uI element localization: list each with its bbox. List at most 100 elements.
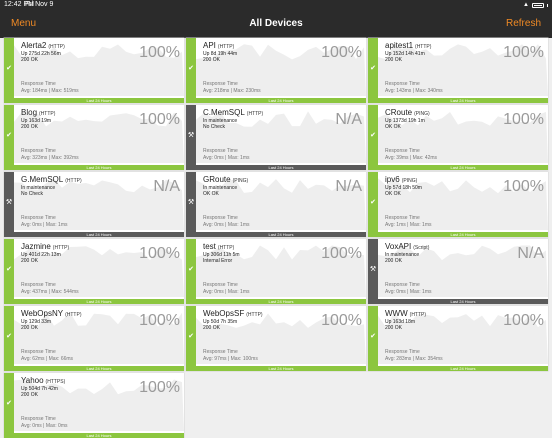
uptime-percent: N/A [517, 245, 544, 262]
device-name-label: GRoute [203, 175, 231, 184]
period-footer: Last 24 Hours [196, 98, 366, 103]
device-card[interactable]: ✔ WebOpsNY (HTTP) Up 129d 33m 200 OK 100% Resp… [4, 306, 184, 371]
device-response-line: 200 OK [203, 57, 220, 63]
device-name-label: CRoute [385, 108, 413, 117]
period-footer: Last 24 Hours [378, 232, 548, 237]
response-time-values: Avg: 39ms | Max: 42ms [385, 155, 438, 161]
device-card[interactable]: ✔ Jazmine (HTTP) Up 401d 22h 13m 200 OK 100% R… [4, 239, 184, 304]
device-card[interactable]: ✔ API (HTTP) Up 8d 19h 44m 200 OK 100% Respons… [186, 38, 366, 103]
device-name-label: WebOpsSF [203, 309, 245, 318]
response-time-values: Avg: 283ms | Max: 354ms [385, 356, 443, 362]
response-time-label: Response Time [203, 81, 238, 87]
device-response-line: OK OK [385, 191, 401, 197]
device-name: Jazmine (HTTP) [21, 242, 69, 251]
check-icon: ✔ [188, 333, 194, 340]
device-name: Yahoo (HTTPS) [21, 376, 65, 385]
device-card[interactable]: ✔ WWW (HTTP) Up 163d 18m 200 OK 100% Response … [368, 306, 548, 371]
device-card[interactable]: ✔ CRoute (PING) Up 1373d 19h 1m OK OK 100% Res… [368, 105, 548, 170]
device-response-line: 200 OK [385, 57, 402, 63]
uptime-percent: 100% [139, 312, 180, 329]
wrench-icon: ⚒ [187, 199, 195, 206]
check-icon: ✔ [370, 333, 376, 340]
device-card[interactable]: ⚒ G.MemSQL (HTTP) In maintenance No Check N/A… [4, 172, 184, 237]
device-name: API (HTTP) [203, 41, 234, 50]
uptime-percent: 100% [321, 245, 362, 262]
response-time-label: Response Time [385, 215, 420, 221]
device-name-label: ipv6 [385, 175, 400, 184]
response-time-label: Response Time [385, 81, 420, 87]
response-time-values: Avg: 323ms | Max: 392ms [21, 155, 79, 161]
device-name: WWW (HTTP) [385, 309, 426, 318]
uptime-percent: N/A [335, 111, 362, 128]
response-time-label: Response Time [385, 282, 420, 288]
device-card[interactable]: ✔ Yahoo (HTTPS) Up 504d 7h 42m 200 OK 100% Res… [4, 373, 184, 438]
response-time-values: Avg: 0ms | Max: 1ms [203, 222, 250, 228]
device-response-line: No Check [203, 124, 225, 130]
device-protocol: (HTTP) [48, 44, 65, 50]
device-card[interactable]: ✔ WebOpsSF (HTTP) Up 50d 7h 35m 200 OK 100% Re… [186, 306, 366, 371]
device-protocol: (PING) [232, 178, 249, 184]
device-response-line: No Check [21, 191, 43, 197]
device-protocol: (HTTP) [65, 178, 82, 184]
uptime-percent: 100% [503, 111, 544, 128]
uptime-percent: N/A [153, 178, 180, 195]
period-footer: Last 24 Hours [14, 366, 184, 371]
battery-tip [547, 3, 548, 7]
refresh-button[interactable]: Refresh [506, 10, 541, 38]
device-name-label: test [203, 242, 216, 251]
period-footer: Last 24 Hours [14, 98, 184, 103]
period-footer: Last 24 Hours [14, 433, 184, 438]
period-footer: Last 24 Hours [196, 232, 366, 237]
device-name-label: apitest1 [385, 41, 414, 50]
status-indicators: ▲ [523, 0, 548, 10]
device-card[interactable]: ⚒ GRoute (PING) In maintenance OK OK N/A Respo… [186, 172, 366, 237]
device-card[interactable]: ✔ Alerta2 (HTTP) Up 275d 22h 56m 200 OK 100% R… [4, 38, 184, 103]
period-footer: Last 24 Hours [14, 165, 184, 170]
response-time-values: Avg: 62ms | Max: 66ms [21, 356, 74, 362]
device-response-line: 200 OK [385, 325, 402, 331]
device-name-label: API [203, 41, 216, 50]
wrench-icon: ⚒ [369, 266, 377, 273]
period-footer: Last 24 Hours [196, 165, 366, 170]
device-protocol: (HTTP) [246, 312, 263, 318]
device-card[interactable]: ✔ ipv6 (PING) Up 57d 18h 50m OK OK 100% Respon… [368, 172, 548, 237]
response-time-values: Avg: 0ms | Max: 0ms [21, 423, 68, 429]
device-name: Alerta2 (HTTP) [21, 41, 65, 50]
response-time-values: Avg: 184ms | Max: 519ms [21, 88, 79, 94]
period-footer: Last 24 Hours [378, 98, 548, 103]
device-response-line: OK OK [203, 191, 219, 197]
page-title: All Devices [249, 18, 303, 29]
period-footer: Last 24 Hours [196, 366, 366, 371]
device-card[interactable]: ✔ Blog (HTTP) Up 163d 19m 200 OK 100% Response… [4, 105, 184, 170]
wrench-icon: ⚒ [5, 199, 13, 206]
device-card[interactable]: ⚒ C.MemSQL (HTTP) In maintenance No Check N/A… [186, 105, 366, 170]
device-card[interactable]: ⚒ VoxAPI (Script) In maintenance 200 OK N/A Re… [368, 239, 548, 304]
device-name: WebOpsSF (HTTP) [203, 309, 263, 318]
response-time-values: Avg: 0ms | Max: 1ms [203, 155, 250, 161]
period-footer: Last 24 Hours [378, 299, 548, 304]
device-card[interactable]: ✔ apitest1 (HTTP) Up 152d 14h 41m 200 OK 100%… [368, 38, 548, 103]
device-name: Blog (HTTP) [21, 108, 55, 117]
response-time-values: Avg: 0ms | Max: 1ms [385, 289, 432, 295]
device-response-line: 200 OK [203, 325, 220, 331]
response-time-values: Avg: 437ms | Max: 544ms [21, 289, 79, 295]
device-response-line: OK OK [385, 124, 401, 130]
device-name: CRoute (PING) [385, 108, 430, 117]
device-card[interactable]: ✔ test (HTTP) Up 306d 11h 5m Internal Error 1… [186, 239, 366, 304]
device-name: GRoute (PING) [203, 175, 248, 184]
device-name: test (HTTP) [203, 242, 234, 251]
device-protocol: (Script) [413, 245, 430, 251]
uptime-percent: 100% [139, 111, 180, 128]
device-grid: ✔ Alerta2 (HTTP) Up 275d 22h 56m 200 OK 100% R… [0, 38, 552, 438]
device-name-label: Jazmine [21, 242, 51, 251]
check-icon: ✔ [370, 199, 376, 206]
device-protocol: (HTTP) [246, 111, 264, 117]
response-time-label: Response Time [385, 148, 420, 154]
wifi-icon: ▲ [523, 2, 529, 8]
status-date: Fri Nov 9 [25, 1, 54, 8]
response-time-label: Response Time [21, 349, 56, 355]
status-bar: 12:42 PM Fri Nov 9 ▲ [0, 0, 552, 10]
uptime-percent: 100% [321, 44, 362, 61]
response-time-label: Response Time [21, 215, 56, 221]
device-protocol: (HTTP) [415, 44, 432, 50]
